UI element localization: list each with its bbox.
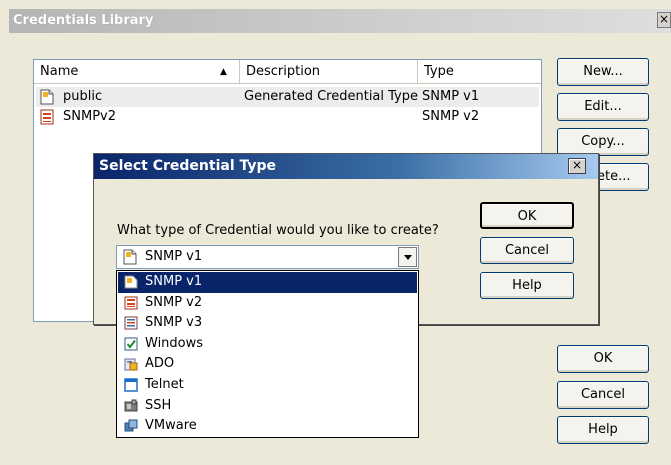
ado-icon — [124, 357, 138, 371]
column-header-label: Type — [424, 64, 454, 79]
list-item-label: SSH — [145, 397, 172, 413]
button-label: Cancel — [580, 387, 626, 402]
window-titlebar: Credentials Library × — [9, 9, 671, 33]
list-item[interactable]: SNMP v2 — [118, 293, 417, 314]
ok-button[interactable]: OK — [557, 345, 649, 373]
edit-button[interactable]: Edit... — [557, 93, 649, 121]
list-item-label: SNMP v3 — [145, 315, 203, 331]
snmp-v1-icon — [124, 275, 138, 289]
credential-type-combobox[interactable]: SNMP v1 — [116, 245, 419, 269]
list-item[interactable]: Telnet — [118, 375, 417, 396]
column-header-description[interactable]: Description — [240, 60, 418, 84]
window-title: Credentials Library — [13, 13, 154, 28]
button-label: New... — [583, 64, 623, 79]
list-item-label: SNMP v1 — [145, 274, 203, 289]
credential-type: SNMP v1 — [422, 89, 480, 104]
dialog-question: What type of Credential would you like t… — [117, 223, 439, 238]
button-label: OK — [517, 209, 537, 224]
list-item[interactable]: Windows — [118, 334, 417, 355]
dialog-ok-button[interactable]: OK — [480, 202, 574, 229]
close-button[interactable]: × — [657, 12, 671, 28]
column-header-type[interactable]: Type — [418, 60, 541, 84]
vmware-icon — [124, 419, 138, 433]
list-item[interactable]: SNMP v3 — [118, 313, 417, 334]
dialog-close-button[interactable]: × — [568, 158, 586, 174]
button-label: Copy... — [581, 134, 625, 149]
snmp-v3-icon — [124, 316, 138, 330]
dialog-help-button[interactable]: Help — [480, 272, 574, 299]
table-row[interactable]: public Generated Credential Type SNMP v1 — [36, 87, 539, 107]
button-label: Help — [588, 422, 618, 437]
dialog-title: Select Credential Type — [99, 158, 277, 174]
button-label: Cancel — [504, 243, 550, 258]
combobox-value: SNMP v1 — [145, 249, 203, 264]
list-item-label: VMware — [145, 418, 197, 434]
sort-asc-icon: ▲ — [220, 67, 227, 77]
credential-name: SNMPv2 — [63, 109, 116, 124]
credential-type: SNMP v2 — [422, 109, 480, 124]
list-item-label: ADO — [145, 356, 175, 372]
dialog-titlebar: Select Credential Type × — [94, 154, 598, 179]
windows-check-icon — [124, 337, 138, 351]
copy-button[interactable]: Copy... — [557, 128, 649, 156]
list-item[interactable]: VMware — [118, 416, 417, 437]
list-item[interactable]: SNMP v1 — [118, 272, 417, 293]
chevron-down-icon[interactable] — [398, 247, 417, 267]
list-item[interactable]: ADO — [118, 354, 417, 375]
list-item-label: Windows — [145, 335, 204, 351]
credential-description: Generated Credential Type — [244, 89, 419, 104]
list-item[interactable]: SSH — [118, 396, 417, 417]
ssh-icon — [124, 399, 138, 413]
column-header-label: Name — [40, 64, 79, 79]
button-label: Help — [512, 278, 542, 293]
list-item-label: Telnet — [145, 377, 184, 392]
help-button[interactable]: Help — [557, 416, 649, 444]
list-item-label: SNMP v2 — [145, 294, 203, 310]
button-label: OK — [593, 351, 613, 366]
dialog-cancel-button[interactable]: Cancel — [480, 237, 574, 264]
snmp-v1-icon — [40, 89, 54, 105]
column-header-label: Description — [246, 64, 321, 79]
credential-type-dropdown-list[interactable]: SNMP v1 SNMP v2 SNMP v3 Windows ADO Teln… — [116, 270, 419, 438]
new-button[interactable]: New... — [557, 58, 649, 86]
credential-name: public — [63, 89, 103, 104]
snmp-v1-icon — [123, 249, 137, 265]
snmp-v2-icon — [40, 109, 54, 125]
cancel-button[interactable]: Cancel — [557, 381, 649, 409]
telnet-icon — [124, 378, 138, 392]
column-header-name[interactable]: Name ▲ — [34, 60, 240, 84]
table-row[interactable]: SNMPv2 SNMP v2 — [36, 107, 539, 127]
snmp-v2-icon — [124, 296, 138, 310]
button-label: Edit... — [584, 99, 622, 114]
